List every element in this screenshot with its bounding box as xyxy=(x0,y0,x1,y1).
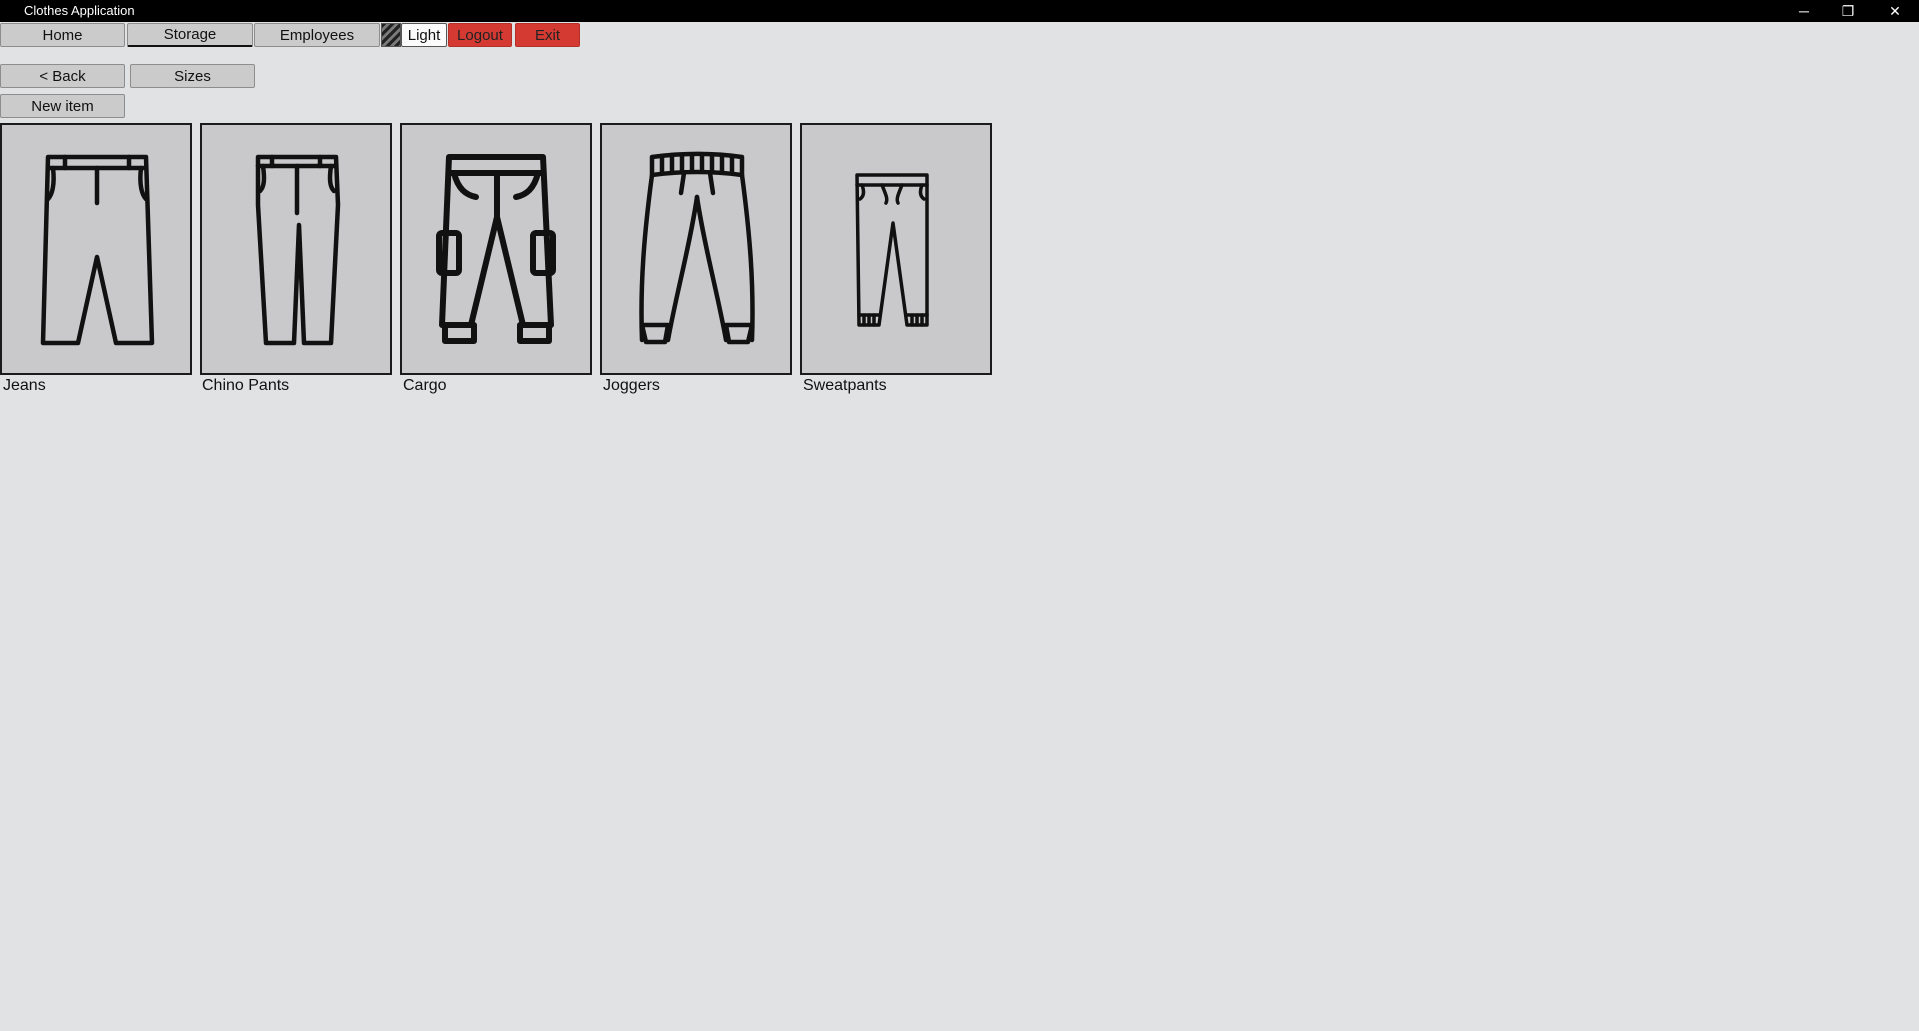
close-icon[interactable]: ✕ xyxy=(1872,0,1918,22)
item-label-chino-pants: Chino Pants xyxy=(202,377,290,394)
new-item-button[interactable]: New item xyxy=(0,94,125,118)
item-card-cargo[interactable] xyxy=(400,123,592,375)
theme-light-button[interactable]: Light xyxy=(401,23,447,47)
item-label-joggers: Joggers xyxy=(603,377,660,394)
storage-button[interactable]: Storage xyxy=(127,23,253,47)
item-label-sweatpants: Sweatpants xyxy=(803,377,887,394)
sizes-button[interactable]: Sizes xyxy=(130,64,255,88)
theme-toggle-icon[interactable] xyxy=(381,23,401,47)
minimize-icon[interactable]: ─ xyxy=(1781,0,1827,22)
item-card-sweatpants[interactable] xyxy=(800,123,992,375)
back-button[interactable]: < Back xyxy=(0,64,125,88)
item-card-chino-pants[interactable] xyxy=(200,123,392,375)
chino-pants-icon xyxy=(255,154,341,346)
window-title: Clothes Application xyxy=(24,3,135,18)
jeans-icon xyxy=(40,154,155,346)
restore-icon[interactable]: ❐ xyxy=(1825,0,1871,22)
sweatpants-icon xyxy=(855,173,929,327)
logout-button[interactable]: Logout xyxy=(448,23,512,47)
employees-button[interactable]: Employees xyxy=(254,23,380,47)
item-card-jeans[interactable] xyxy=(0,123,192,375)
joggers-icon xyxy=(639,151,755,345)
cargo-pants-icon xyxy=(436,154,556,344)
window-titlebar: Clothes Application ─ ❐ ✕ xyxy=(0,0,1919,22)
item-card-joggers[interactable] xyxy=(600,123,792,375)
item-label-jeans: Jeans xyxy=(3,377,46,394)
home-button[interactable]: Home xyxy=(0,23,125,47)
exit-button[interactable]: Exit xyxy=(515,23,580,47)
item-label-cargo: Cargo xyxy=(403,377,447,394)
